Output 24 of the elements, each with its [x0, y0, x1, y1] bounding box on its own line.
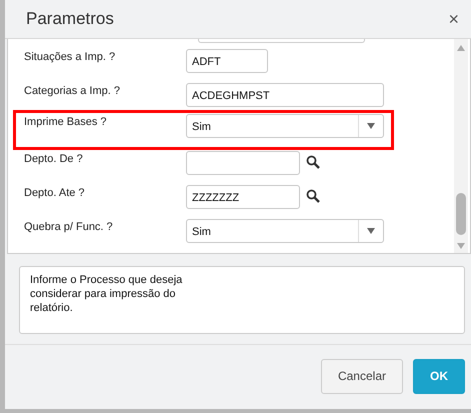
scroll-up-icon[interactable]: [457, 45, 465, 51]
help-text: Informe o Processo que deseja considerar para impressão do relatório.: [30, 273, 184, 315]
text-field[interactable]: [186, 151, 300, 175]
text-field[interactable]: ZZZZZZZ: [186, 185, 300, 209]
scroll-down-icon[interactable]: [457, 243, 465, 249]
scrollbar[interactable]: [454, 39, 468, 253]
close-button[interactable]: ×: [448, 8, 459, 30]
field-label: Situações a Imp. ?: [23, 50, 116, 63]
text-field[interactable]: ACDEGHMPST: [186, 83, 384, 107]
field-label: Categorias a Imp. ?: [23, 84, 121, 97]
dropdown[interactable]: Sim: [186, 114, 384, 138]
search-icon[interactable]: [306, 189, 320, 203]
text-field[interactable]: ADFT: [186, 49, 268, 73]
field-label: Imprime Bases ?: [23, 115, 108, 128]
window-title: Parametros: [26, 9, 114, 29]
field-label: Depto. De ?: [23, 152, 84, 165]
caret-icon: [367, 228, 375, 234]
dropdown[interactable]: Sim: [186, 219, 384, 243]
search-icon[interactable]: [306, 155, 320, 169]
scroll-thumb[interactable]: [456, 193, 466, 235]
caret-icon: [367, 123, 375, 129]
field-label: Quebra p/ Func. ?: [23, 220, 114, 233]
cancel-button[interactable]: Cancelar: [320, 358, 403, 394]
field-label: Depto. Ate ?: [23, 186, 86, 199]
